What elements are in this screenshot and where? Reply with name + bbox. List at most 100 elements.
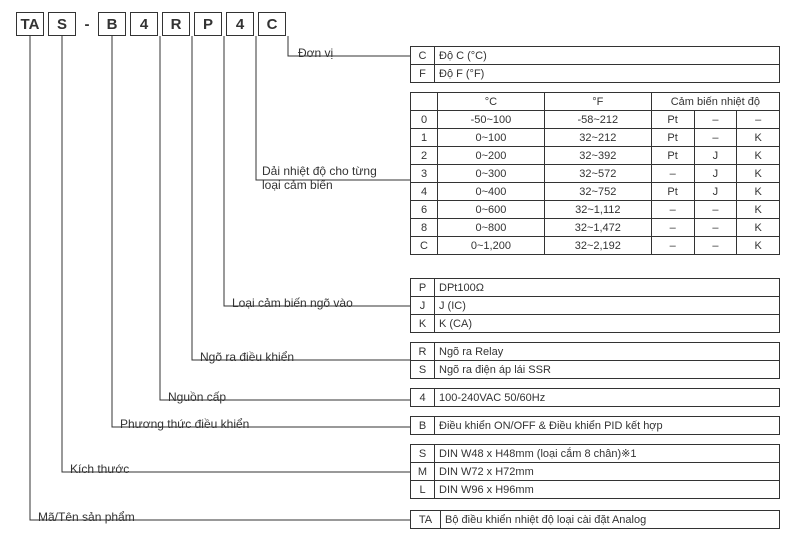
- label-unit: Đơn vị: [298, 46, 333, 60]
- temp-cell: 0~100: [438, 129, 545, 147]
- temp-cell: K: [737, 183, 780, 201]
- val-cell: J (IC): [435, 297, 780, 315]
- code-dash: -: [80, 12, 94, 36]
- table-row: SDIN W48 x H48mm (loại cắm 8 chân)※1: [411, 445, 780, 463]
- size-table: SDIN W48 x H48mm (loại cắm 8 chân)※1MDIN…: [410, 444, 780, 499]
- temp-h-sensor: Cảm biến nhiệt độ: [651, 93, 779, 111]
- temp-cell: J: [694, 165, 737, 183]
- val-cell: Điều khiển ON/OFF & Điều khiển PID kết h…: [435, 417, 780, 435]
- temp-cell: –: [694, 129, 737, 147]
- code-4b: 4: [226, 12, 254, 36]
- temp-cell: C: [411, 237, 438, 255]
- val-cell: DIN W48 x H48mm (loại cắm 8 chân)※1: [435, 445, 780, 463]
- label-ctrl-out: Ngõ ra điều khiển: [200, 350, 294, 364]
- code-4a: 4: [130, 12, 158, 36]
- label-power: Nguồn cấp: [168, 390, 226, 404]
- ctrl-method-table: BĐiều khiển ON/OFF & Điều khiển PID kết …: [410, 416, 780, 435]
- temp-cell: –: [694, 201, 737, 219]
- table-row: 10~10032~212Pt–K: [411, 129, 780, 147]
- temp-cell: 3: [411, 165, 438, 183]
- key-cell: K: [411, 315, 435, 333]
- key-cell: 4: [411, 389, 435, 407]
- code-r: R: [162, 12, 190, 36]
- label-product: Mã/Tên sản phẩm: [38, 510, 135, 524]
- temp-cell: –: [694, 111, 737, 129]
- table-row: 20~20032~392PtJK: [411, 147, 780, 165]
- temp-cell: 8: [411, 219, 438, 237]
- val-cell: DPt100Ω: [435, 279, 780, 297]
- product-code: TA S - B 4 R P 4 C: [16, 12, 286, 36]
- table-row: 40~40032~752PtJK: [411, 183, 780, 201]
- temp-cell: -50~100: [438, 111, 545, 129]
- temp-h-f: °F: [544, 93, 651, 111]
- temp-cell: 4: [411, 183, 438, 201]
- val-cell: DIN W72 x H72mm: [435, 463, 780, 481]
- table-row: C0~1,20032~2,192––K: [411, 237, 780, 255]
- temp-h-c: °C: [438, 93, 545, 111]
- val-cell: Ngõ ra điện áp lái SSR: [435, 361, 780, 379]
- code-s: S: [48, 12, 76, 36]
- table-row: MDIN W72 x H72mm: [411, 463, 780, 481]
- unit-k-c: C: [411, 47, 435, 65]
- temp-cell: Pt: [651, 183, 694, 201]
- val-cell: K (CA): [435, 315, 780, 333]
- temp-cell: K: [737, 147, 780, 165]
- table-row: JJ (IC): [411, 297, 780, 315]
- label-sensor-in: Loại cảm biến ngõ vào: [232, 296, 353, 310]
- temp-cell: 32~212: [544, 129, 651, 147]
- temp-cell: –: [651, 219, 694, 237]
- temp-cell: J: [694, 183, 737, 201]
- key-cell: S: [411, 445, 435, 463]
- key-cell: P: [411, 279, 435, 297]
- code-b: B: [98, 12, 126, 36]
- temp-cell: 0~800: [438, 219, 545, 237]
- temp-cell: K: [737, 165, 780, 183]
- temp-cell: 0~1,200: [438, 237, 545, 255]
- temp-h-blank: [411, 93, 438, 111]
- code-p: P: [194, 12, 222, 36]
- temp-cell: 0~600: [438, 201, 545, 219]
- temp-cell: 6: [411, 201, 438, 219]
- val-cell: Bộ điều khiển nhiệt độ loại cài đặt Anal…: [441, 511, 780, 529]
- table-row: 30~30032~572–JK: [411, 165, 780, 183]
- temp-cell: 32~752: [544, 183, 651, 201]
- label-size: Kích thước: [70, 462, 129, 476]
- key-cell: M: [411, 463, 435, 481]
- temp-table: °C °F Cảm biến nhiệt độ 0-50~100-58~212P…: [410, 92, 780, 255]
- temp-cell: J: [694, 147, 737, 165]
- temp-cell: Pt: [651, 129, 694, 147]
- table-row: PDPt100Ω: [411, 279, 780, 297]
- key-cell: L: [411, 481, 435, 499]
- temp-cell: Pt: [651, 111, 694, 129]
- unit-v-f: Độ F (°F): [435, 65, 780, 83]
- product-table: TABộ điều khiển nhiệt độ loại cài đặt An…: [410, 510, 780, 529]
- temp-cell: –: [651, 165, 694, 183]
- temp-cell: 32~392: [544, 147, 651, 165]
- table-row: 80~80032~1,472––K: [411, 219, 780, 237]
- temp-cell: 32~1,472: [544, 219, 651, 237]
- temp-cell: 2: [411, 147, 438, 165]
- temp-cell: –: [651, 237, 694, 255]
- code-ta: TA: [16, 12, 44, 36]
- table-row: KK (CA): [411, 315, 780, 333]
- ctrl-out-table: RNgõ ra RelaySNgõ ra điện áp lái SSR: [410, 342, 780, 379]
- temp-cell: K: [737, 237, 780, 255]
- temp-cell: Pt: [651, 147, 694, 165]
- temp-cell: –: [651, 201, 694, 219]
- label-temp-range: Dải nhiệt độ cho từng loại cảm biến: [262, 164, 382, 192]
- key-cell: S: [411, 361, 435, 379]
- temp-cell: 0~400: [438, 183, 545, 201]
- table-row: RNgõ ra Relay: [411, 343, 780, 361]
- table-row: SNgõ ra điện áp lái SSR: [411, 361, 780, 379]
- temp-cell: 0: [411, 111, 438, 129]
- table-row: 60~60032~1,112––K: [411, 201, 780, 219]
- val-cell: 100-240VAC 50/60Hz: [435, 389, 780, 407]
- table-row: 4100-240VAC 50/60Hz: [411, 389, 780, 407]
- key-cell: J: [411, 297, 435, 315]
- temp-cell: 0~300: [438, 165, 545, 183]
- key-cell: B: [411, 417, 435, 435]
- code-c: C: [258, 12, 286, 36]
- temp-cell: K: [737, 219, 780, 237]
- power-table: 4100-240VAC 50/60Hz: [410, 388, 780, 407]
- key-cell: R: [411, 343, 435, 361]
